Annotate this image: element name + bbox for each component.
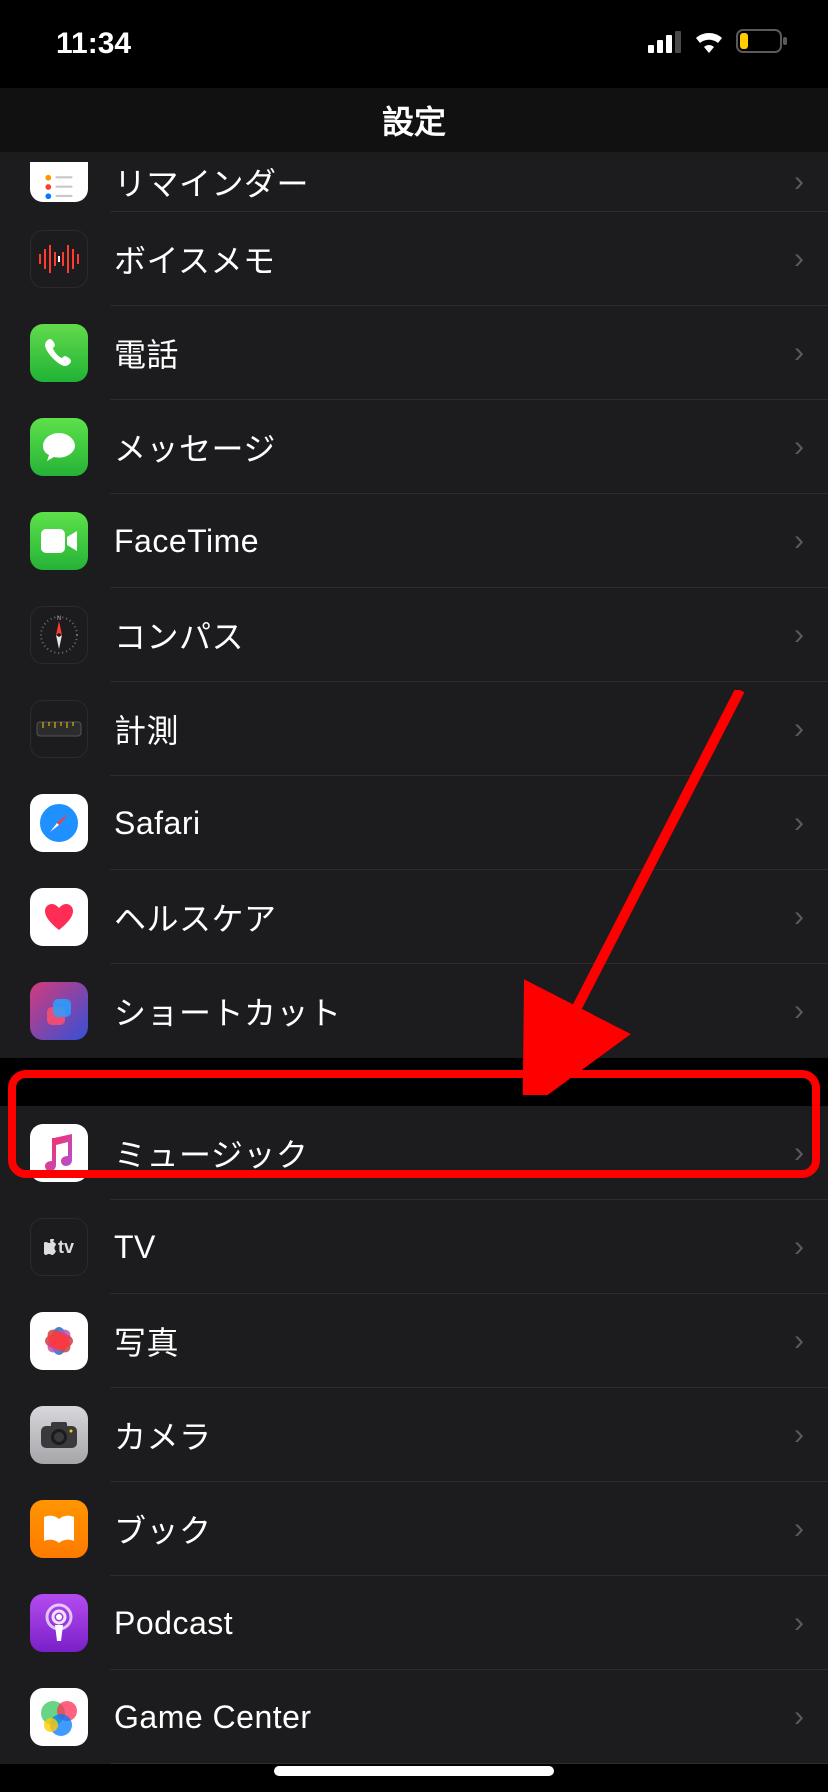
chevron-right-icon: ›	[792, 1418, 828, 1452]
chevron-right-icon: ›	[792, 900, 828, 934]
row-label: FaceTime	[114, 523, 792, 560]
row-label: ブック	[114, 1506, 792, 1552]
camera-icon	[30, 1406, 88, 1464]
chevron-right-icon: ›	[792, 1512, 828, 1546]
chevron-right-icon: ›	[792, 1230, 828, 1264]
chevron-right-icon: ›	[792, 618, 828, 652]
chevron-right-icon: ›	[792, 1136, 828, 1170]
row-facetime[interactable]: FaceTime ›	[0, 494, 828, 588]
settings-group-apps-2: ミュージック › tv TV › 写真 ›	[0, 1106, 828, 1764]
row-label: メッセージ	[114, 424, 792, 470]
row-label: 電話	[114, 330, 792, 376]
row-voicememo[interactable]: ボイスメモ ›	[0, 212, 828, 306]
row-books[interactable]: ブック ›	[0, 1482, 828, 1576]
row-label: Podcast	[114, 1605, 792, 1642]
cellular-icon	[648, 27, 682, 61]
music-icon	[30, 1124, 88, 1182]
row-label: 写真	[114, 1318, 792, 1364]
row-phone[interactable]: 電話 ›	[0, 306, 828, 400]
safari-icon	[30, 794, 88, 852]
compass-icon: N	[30, 606, 88, 664]
chevron-right-icon: ›	[792, 994, 828, 1028]
phone-icon	[30, 324, 88, 382]
row-music[interactable]: ミュージック ›	[0, 1106, 828, 1200]
row-photos[interactable]: 写真 ›	[0, 1294, 828, 1388]
measure-icon	[30, 700, 88, 758]
books-icon	[30, 1500, 88, 1558]
tv-icon: tv	[30, 1218, 88, 1276]
battery-icon	[736, 27, 788, 61]
shortcuts-icon	[30, 982, 88, 1040]
messages-icon	[30, 418, 88, 476]
chevron-right-icon: ›	[792, 524, 828, 558]
status-bar: 11:34	[0, 0, 828, 88]
status-icons	[648, 27, 788, 61]
row-camera[interactable]: カメラ ›	[0, 1388, 828, 1482]
tv-glyph-text: tv	[58, 1237, 74, 1257]
chevron-right-icon: ›	[792, 242, 828, 276]
page-title: 設定	[382, 97, 446, 143]
row-label: Game Center	[114, 1699, 792, 1736]
chevron-right-icon: ›	[792, 1700, 828, 1734]
chevron-right-icon: ›	[792, 806, 828, 840]
row-label: コンパス	[114, 612, 792, 658]
chevron-right-icon: ›	[792, 336, 828, 370]
svg-text:N: N	[57, 616, 61, 622]
row-messages[interactable]: メッセージ ›	[0, 400, 828, 494]
wifi-icon	[692, 27, 726, 61]
row-tv[interactable]: tv TV ›	[0, 1200, 828, 1294]
health-icon	[30, 888, 88, 946]
facetime-icon	[30, 512, 88, 570]
reminders-icon	[30, 162, 88, 202]
status-time: 11:34	[56, 27, 131, 61]
chevron-right-icon: ›	[792, 430, 828, 464]
chevron-right-icon: ›	[792, 712, 828, 746]
gamecenter-icon	[30, 1688, 88, 1746]
row-gamecenter[interactable]: Game Center ›	[0, 1670, 828, 1764]
home-indicator[interactable]	[274, 1766, 554, 1776]
row-label: TV	[114, 1229, 792, 1266]
chevron-right-icon: ›	[792, 1606, 828, 1640]
row-label: カメラ	[114, 1412, 792, 1458]
row-label: ミュージック	[114, 1130, 792, 1176]
row-reminders[interactable]: リマインダー ›	[0, 152, 828, 212]
chevron-right-icon: ›	[792, 1324, 828, 1358]
row-label: ボイスメモ	[114, 236, 792, 282]
chevron-right-icon: ›	[792, 165, 828, 199]
row-label: リマインダー	[114, 159, 792, 205]
nav-bar: 設定	[0, 88, 828, 152]
photos-icon	[30, 1312, 88, 1370]
row-podcast[interactable]: Podcast ›	[0, 1576, 828, 1670]
voicememo-icon	[30, 230, 88, 288]
podcast-icon	[30, 1594, 88, 1652]
annotation-arrow	[520, 690, 780, 1095]
row-compass[interactable]: N コンパス ›	[0, 588, 828, 682]
